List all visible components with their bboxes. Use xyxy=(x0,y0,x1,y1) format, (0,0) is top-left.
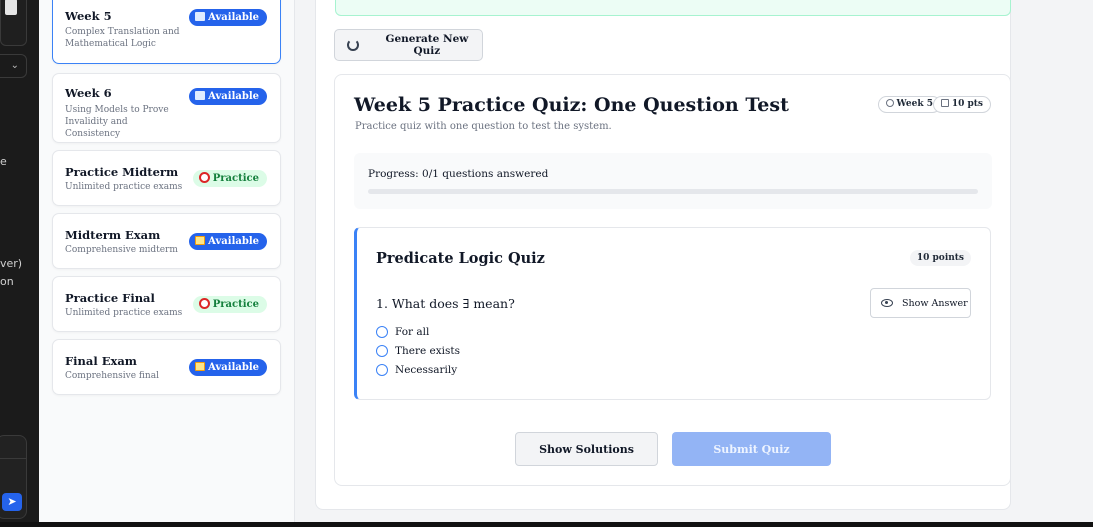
memo-icon xyxy=(195,236,206,245)
quiz-app: Week 5 Complex Translation and Mathemati… xyxy=(39,0,1093,522)
show-answer-button[interactable]: Show Answer xyxy=(870,288,971,318)
chevron-down-icon: ⌄ xyxy=(10,60,19,71)
refresh-icon xyxy=(347,39,359,51)
week-list: Week 5 Complex Translation and Mathemati… xyxy=(39,0,295,522)
memo-icon xyxy=(195,362,206,371)
document-icon xyxy=(5,0,17,15)
document-attachment[interactable] xyxy=(0,0,27,46)
status-badge: Available xyxy=(189,9,267,26)
generate-quiz-button[interactable]: Generate New Quiz xyxy=(334,29,483,61)
week-card-practice-midterm[interactable]: Practice Midterm Unlimited practice exam… xyxy=(52,150,281,206)
progress-bar xyxy=(368,189,978,194)
week-card-practice-final[interactable]: Practice Final Unlimited practice exams … xyxy=(52,276,281,332)
week-title: Practice Midterm xyxy=(65,165,179,179)
week-subtitle: Unlimited practice exams xyxy=(65,308,183,318)
question-text: 1. What does ∃ mean? xyxy=(376,296,515,311)
answer-option[interactable]: There exists xyxy=(376,345,460,357)
status-badge: Practice xyxy=(192,170,267,187)
radio-button[interactable] xyxy=(376,345,388,357)
week-subtitle: Unlimited practice exams xyxy=(65,182,183,192)
week-title: Week 6 xyxy=(65,86,112,100)
week-card-week-6[interactable]: Week 6 Using Models to Prove Invalidity … xyxy=(52,73,281,143)
progress-section: Progress: 0/1 questions answered xyxy=(354,153,992,209)
clock-icon xyxy=(885,99,894,107)
quiz-title: Week 5 Practice Quiz: One Question Test xyxy=(354,94,789,116)
week-subtitle: Comprehensive final xyxy=(65,371,159,381)
status-badge: Available xyxy=(189,88,267,105)
bottom-edge xyxy=(0,522,1093,527)
target-icon xyxy=(198,172,210,183)
send-icon: ➤ xyxy=(7,495,17,508)
clipboard-icon xyxy=(940,99,949,107)
week-card-midterm-exam[interactable]: Midterm Exam Comprehensive midterm Avail… xyxy=(52,213,281,269)
week-title: Final Exam xyxy=(65,354,137,368)
week-subtitle: Using Models to Prove Invalidity and Con… xyxy=(65,105,169,139)
week-subtitle: Complex Translation and Mathematical Log… xyxy=(65,27,180,49)
question-section: Predicate Logic Quiz 10 points 1. What d… xyxy=(354,227,991,400)
show-solutions-button[interactable]: Show Solutions xyxy=(515,432,658,466)
week-title: Practice Final xyxy=(65,291,155,305)
section-title: Predicate Logic Quiz xyxy=(376,250,545,267)
week-card-week-5[interactable]: Week 5 Complex Translation and Mathemati… xyxy=(52,0,281,64)
chat-text-fragment: e xyxy=(0,155,7,168)
progress-text: Progress: 0/1 questions answered xyxy=(368,168,549,180)
radio-button[interactable] xyxy=(376,364,388,376)
quiz-card: Week 5 Practice Quiz: One Question Test … xyxy=(334,74,1011,486)
model-selector[interactable]: ⌄ xyxy=(0,54,27,78)
target-icon xyxy=(198,298,210,309)
book-icon xyxy=(195,91,206,100)
book-icon xyxy=(195,12,206,21)
chat-text-fragment: ver) xyxy=(0,257,23,270)
week-title: Midterm Exam xyxy=(65,228,161,242)
radio-button[interactable] xyxy=(376,326,388,338)
points-pill: 10 pts xyxy=(932,96,991,113)
points-badge: 10 points xyxy=(909,250,971,266)
week-card-final-exam[interactable]: Final Exam Comprehensive final Available xyxy=(52,339,281,395)
week-pill: Week 5 xyxy=(877,96,941,113)
status-badge: Available xyxy=(189,359,267,376)
week-subtitle: Comprehensive midterm xyxy=(65,245,178,255)
week-title: Week 5 xyxy=(65,9,112,23)
chat-sidebar: ⌄ e ver) on ➤ xyxy=(0,0,39,527)
chat-text-fragment: on xyxy=(0,275,14,288)
send-button[interactable]: ➤ xyxy=(2,493,22,511)
status-badge: Available xyxy=(189,233,267,250)
quiz-description: Practice quiz with one question to test … xyxy=(355,121,612,132)
eye-icon xyxy=(881,299,893,307)
success-banner xyxy=(335,0,1011,16)
status-badge: Practice xyxy=(192,296,267,313)
submit-quiz-button[interactable]: Submit Quiz xyxy=(672,432,831,466)
answer-option[interactable]: Necessarily xyxy=(376,364,457,376)
answer-option[interactable]: For all xyxy=(376,326,429,338)
